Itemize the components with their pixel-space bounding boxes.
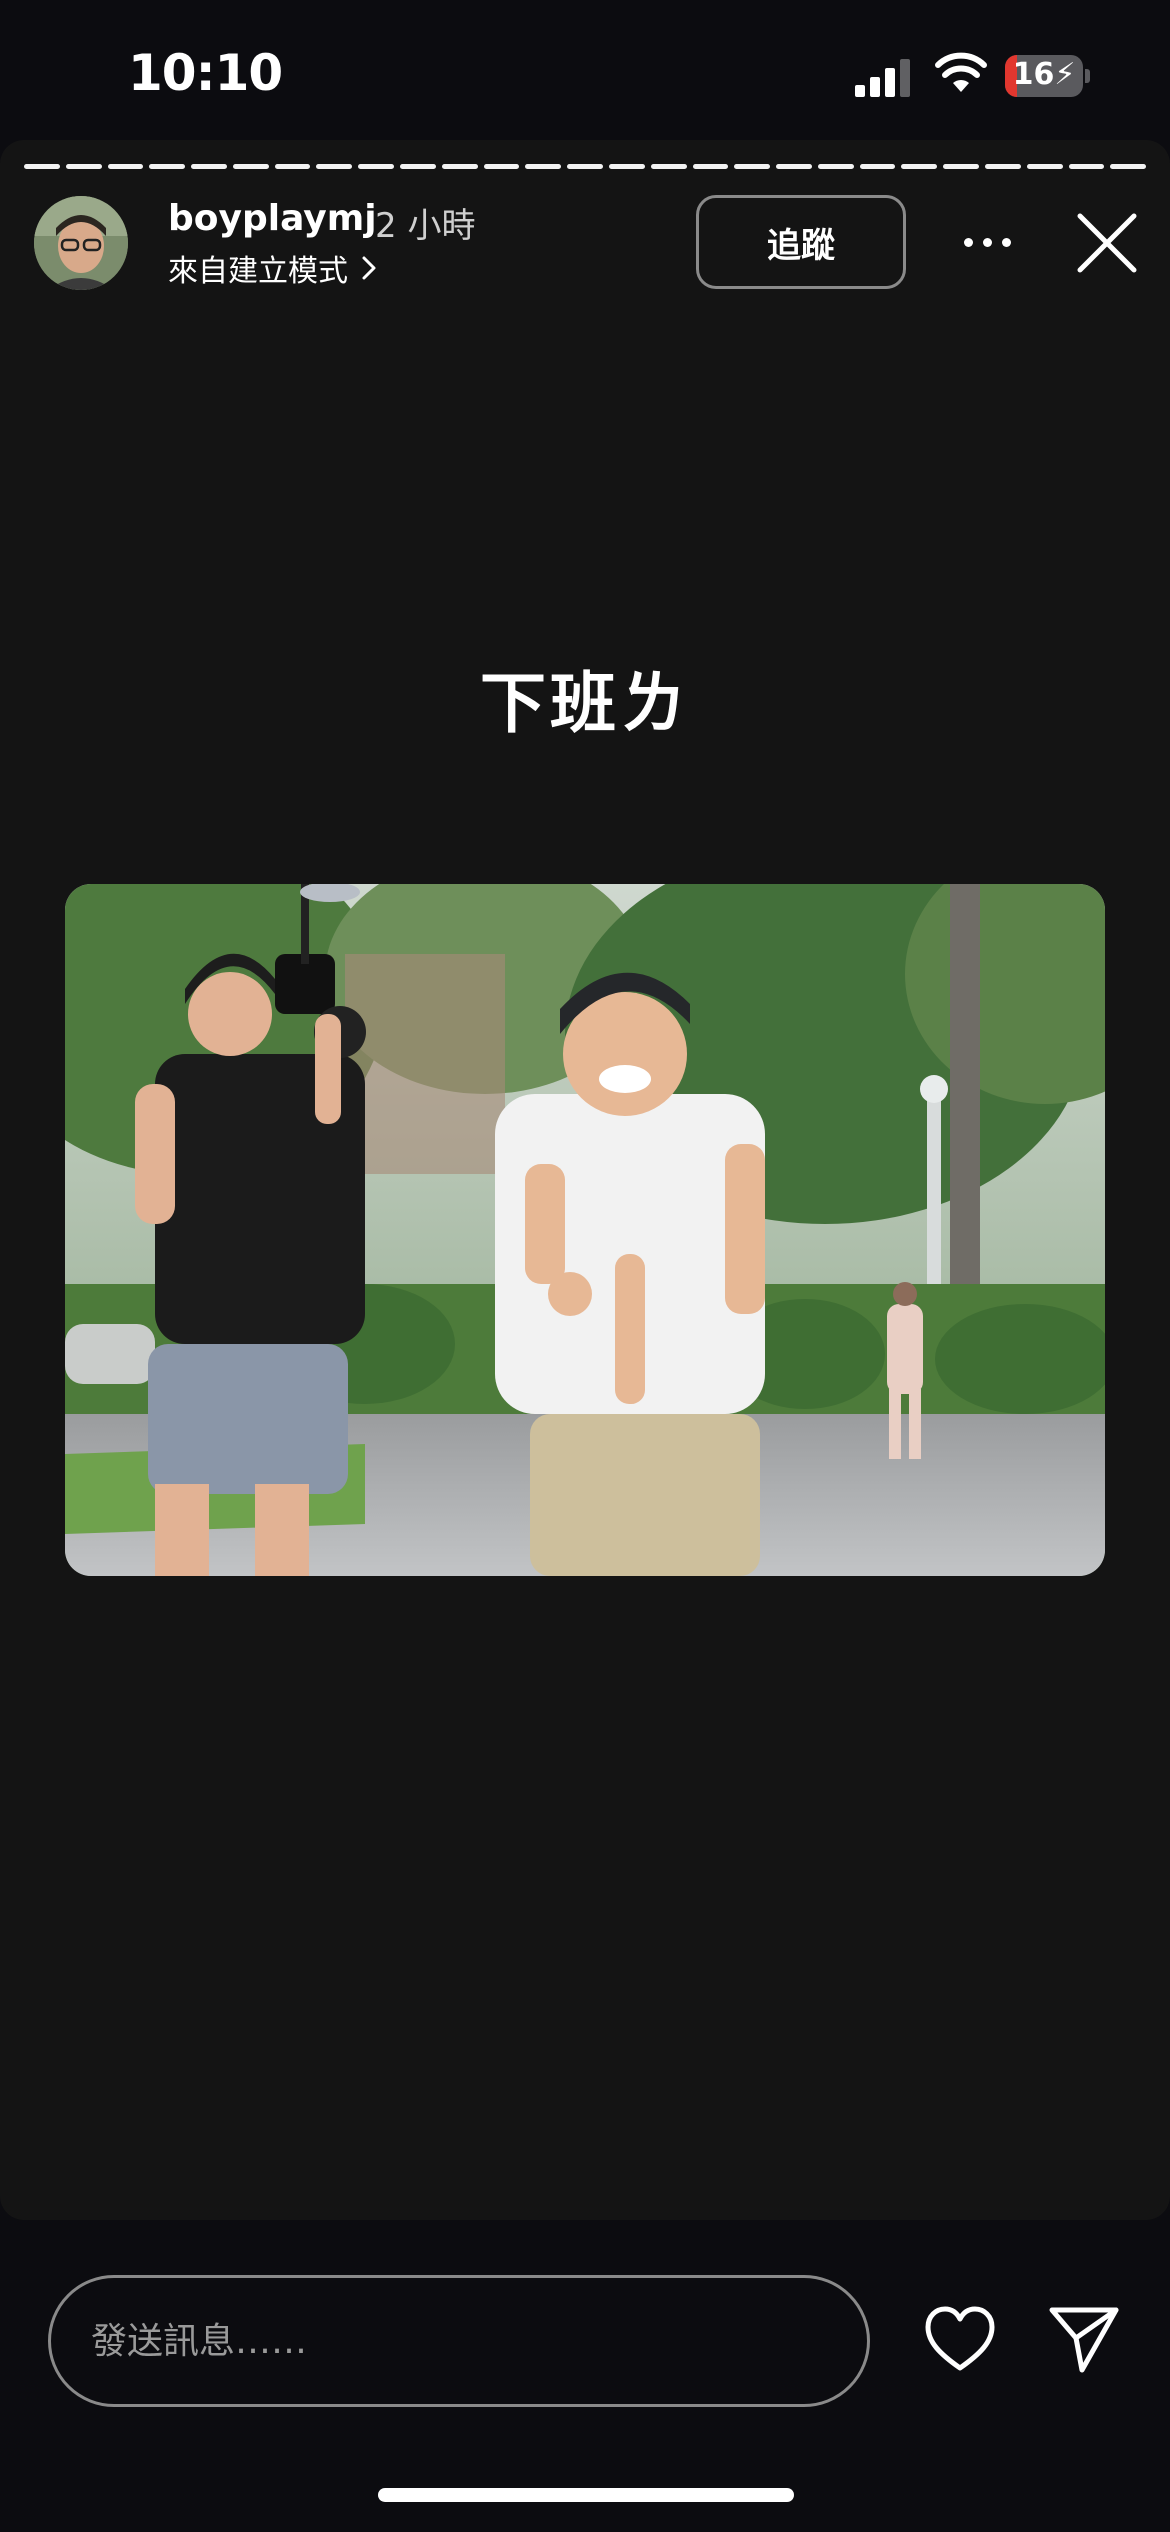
reply-bar <box>0 2220 1170 2532</box>
story-progress-segment <box>776 164 812 169</box>
story-source-label: 來自建立模式 <box>168 254 348 289</box>
more-icon[interactable] <box>952 212 1022 272</box>
story-progress-segment <box>650 164 687 169</box>
story-progress-segment <box>859 164 896 169</box>
chevron-right-icon <box>362 256 376 280</box>
story-progress-segment <box>65 164 102 169</box>
story-progress-segment <box>1068 164 1105 169</box>
story-username[interactable]: boyplaymj <box>168 198 377 239</box>
story-progress-segment <box>107 164 144 169</box>
story-progress-segment <box>316 164 353 169</box>
battery-level: 16 <box>1012 57 1055 92</box>
status-time: 10:10 <box>128 44 283 102</box>
story-caption: 下班ㄌ <box>480 665 690 742</box>
story-progress-segment <box>1110 164 1147 169</box>
story-progress-bar <box>24 164 1147 169</box>
send-icon[interactable] <box>1044 2300 1124 2380</box>
story-progress-segment <box>149 164 186 169</box>
battery-charging-icon: 16⚡ <box>1005 55 1090 97</box>
avatar[interactable] <box>34 196 128 290</box>
story-progress-segment <box>191 164 227 169</box>
story-progress-segment <box>734 164 771 169</box>
story-progress-segment <box>274 164 311 169</box>
status-bar: 10:10 16⚡ <box>0 0 1170 140</box>
story-viewer[interactable]: boyplaymj 2 小時 來自建立模式 追蹤 下班ㄌ <box>0 140 1170 2220</box>
story-progress-segment <box>400 164 436 169</box>
story-progress-segment <box>692 164 729 169</box>
avatar-image <box>34 196 128 290</box>
story-progress-segment <box>1026 164 1063 169</box>
story-source-link[interactable]: 來自建立模式 <box>168 246 378 290</box>
story-progress-segment <box>817 164 854 169</box>
story-progress-segment <box>24 164 60 169</box>
cellular-signal-icon <box>855 59 910 97</box>
story-progress-segment <box>483 164 520 169</box>
close-icon[interactable] <box>1072 208 1142 278</box>
story-progress-segment <box>525 164 562 169</box>
story-timestamp: 2 小時 <box>375 206 476 246</box>
home-indicator[interactable] <box>378 2488 794 2502</box>
story-progress-segment <box>567 164 603 169</box>
story-photo-image <box>65 884 1105 1576</box>
message-input[interactable] <box>48 2275 870 2407</box>
story-progress-segment <box>608 164 645 169</box>
heart-icon[interactable] <box>920 2300 1000 2380</box>
wifi-icon <box>935 52 987 92</box>
story-progress-segment <box>943 164 979 169</box>
follow-button[interactable]: 追蹤 <box>696 195 906 289</box>
story-progress-segment <box>232 164 269 169</box>
story-photo <box>65 884 1105 1576</box>
story-progress-segment <box>901 164 938 169</box>
story-progress-segment <box>984 164 1021 169</box>
story-progress-segment <box>441 164 478 169</box>
story-progress-segment <box>358 164 395 169</box>
